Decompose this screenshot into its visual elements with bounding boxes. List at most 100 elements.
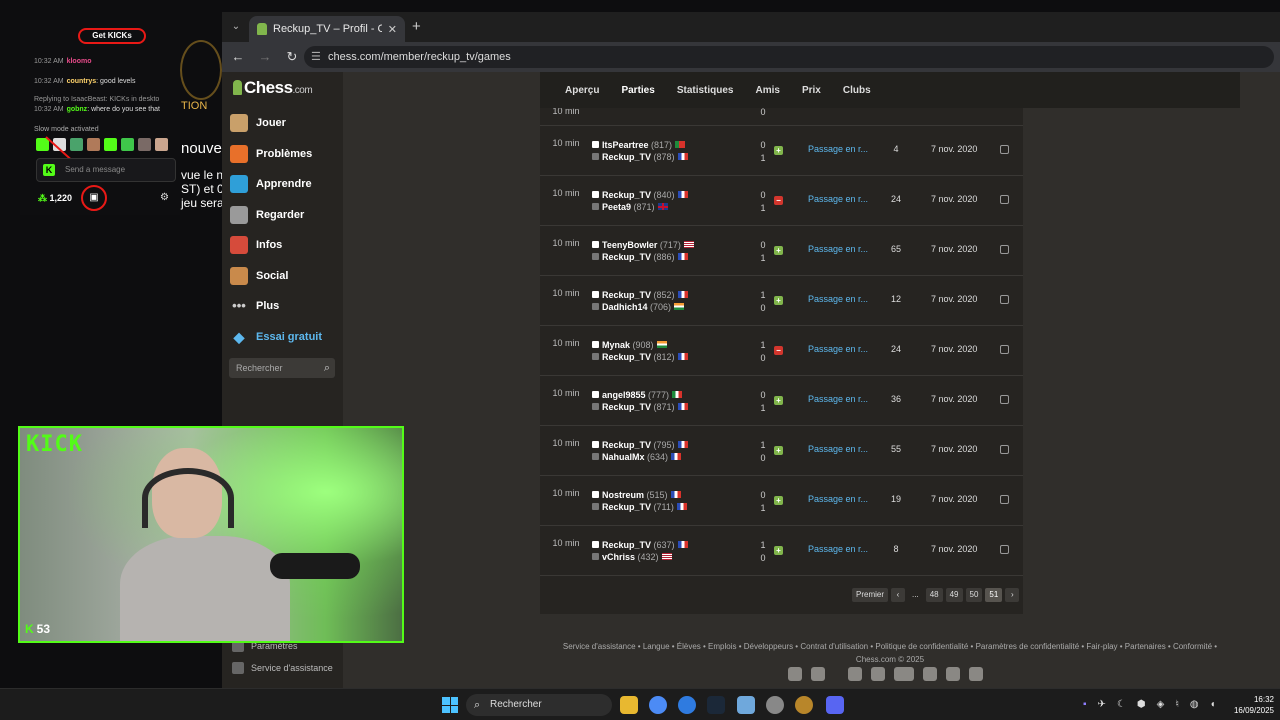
tray-app-icon[interactable]: ◈ <box>1157 699 1165 710</box>
black-player[interactable]: Reckup_TV (812) <box>592 351 688 363</box>
steam-icon[interactable] <box>707 696 725 714</box>
table-row[interactable]: 10 min Reckup_TV (852) Dadhich14 (706) 1… <box>540 276 1023 326</box>
tab-prix[interactable]: Prix <box>791 85 832 96</box>
review-link[interactable]: Passage en r... <box>808 544 868 554</box>
white-player[interactable]: Reckup_TV (795) <box>592 439 688 451</box>
row-checkbox[interactable] <box>1000 295 1009 304</box>
discord-icon[interactable] <box>969 667 983 681</box>
row-checkbox[interactable] <box>1000 445 1009 454</box>
table-row[interactable]: 10 min ItsPeartree (817) Reckup_TV (878)… <box>540 126 1023 176</box>
row-checkbox[interactable] <box>1000 195 1009 204</box>
black-player[interactable]: vChriss (432) <box>592 551 688 563</box>
review-link[interactable]: Passage en r... <box>808 444 868 454</box>
page-51-button[interactable]: 51 <box>985 588 1003 602</box>
windows-start-icon[interactable] <box>442 697 458 713</box>
table-row[interactable]: 10 min Nostreum (515) Reckup_TV (711) 01… <box>540 476 1023 526</box>
tray-app-icon[interactable]: ▪ <box>1083 699 1087 710</box>
prev-page-chevron-icon[interactable]: ‹ <box>891 588 906 602</box>
tab-parties[interactable]: Parties <box>610 85 665 96</box>
review-link[interactable]: Passage en r... <box>808 344 868 354</box>
white-player[interactable]: Reckup_TV (637) <box>592 539 688 551</box>
page-48-button[interactable]: 48 <box>925 588 943 602</box>
sidebar-item-regarder[interactable]: Regarder <box>230 203 304 227</box>
search-icon[interactable]: ⌕ <box>324 358 330 378</box>
white-player[interactable]: Reckup_TV (840) <box>592 189 688 201</box>
row-checkbox[interactable] <box>1000 145 1009 154</box>
x-icon[interactable] <box>871 667 885 681</box>
tab-close-icon[interactable]: ✕ <box>388 23 397 36</box>
sidebar-search-input[interactable]: Rechercher ⌕ <box>229 358 335 378</box>
emote-icon[interactable] <box>70 138 83 151</box>
system-clock[interactable]: 16:32 16/09/2025 <box>1222 694 1274 716</box>
emote-icon[interactable] <box>104 138 117 151</box>
sidebar-item-jouer[interactable]: Jouer <box>230 111 286 135</box>
footer-link-list[interactable]: Service d'assistance • Langue • Élèves •… <box>540 640 1240 653</box>
table-row[interactable]: 10 min 0 <box>540 108 1023 126</box>
table-row[interactable]: 10 min Reckup_TV (795) NahualMx (634) 10… <box>540 426 1023 476</box>
black-player[interactable]: Reckup_TV (711) <box>592 501 687 513</box>
black-player[interactable]: Peeta9 (871) <box>592 201 688 213</box>
chat-settings-gear-icon[interactable]: ⚙ <box>160 192 169 203</box>
tab-amis[interactable]: Amis <box>745 85 791 96</box>
android-icon[interactable] <box>811 667 825 681</box>
white-player[interactable]: ItsPeartree (817) <box>592 139 688 151</box>
tab-clubs[interactable]: Clubs <box>832 85 882 96</box>
table-row[interactable]: 10 min TeenyBowler (717) Reckup_TV (886)… <box>540 226 1023 276</box>
network-icon[interactable]: ◍ <box>1190 699 1199 710</box>
tray-app-icon[interactable]: ⬢ <box>1137 699 1146 710</box>
get-kicks-button[interactable]: Get KICKs <box>78 28 146 44</box>
new-tab-button[interactable]: + <box>412 18 421 35</box>
row-checkbox[interactable] <box>1000 495 1009 504</box>
tab-chess-profile[interactable]: Reckup_TV – Profil - Chess.com ✕ <box>249 16 405 42</box>
sidebar-item-social[interactable]: Social <box>230 264 288 288</box>
sidebar-item-apprendre[interactable]: Apprendre <box>230 172 312 196</box>
white-player[interactable]: Mynak (908) <box>592 339 688 351</box>
row-checkbox[interactable] <box>1000 245 1009 254</box>
mic-icon[interactable]: ♮ <box>1175 699 1179 710</box>
black-player[interactable]: Dadhich14 (706) <box>592 301 688 313</box>
row-checkbox[interactable] <box>1000 545 1009 554</box>
taskbar-search[interactable]: ⌕ Rechercher <box>466 694 612 716</box>
file-explorer-icon[interactable] <box>620 696 638 714</box>
channel-points[interactable]: ⁂ 1,220 <box>38 193 72 204</box>
chrome-icon[interactable] <box>649 696 667 714</box>
first-page-button[interactable]: Premier <box>852 588 889 602</box>
back-arrow-icon[interactable]: ← <box>227 46 249 68</box>
address-bar[interactable]: ☰ chess.com/member/reckup_tv/games <box>304 46 1274 68</box>
store-button[interactable]: ▣ <box>81 185 107 211</box>
tiktok-icon[interactable] <box>848 667 862 681</box>
sidebar-item-problemes[interactable]: Problèmes <box>230 142 312 166</box>
emote-icon[interactable] <box>87 138 100 151</box>
app-icon[interactable] <box>678 696 696 714</box>
row-checkbox[interactable] <box>1000 395 1009 404</box>
page-49-button[interactable]: 49 <box>945 588 963 602</box>
forward-arrow-icon[interactable]: → <box>254 46 276 68</box>
review-link[interactable]: Passage en r... <box>808 144 868 154</box>
row-checkbox[interactable] <box>1000 345 1009 354</box>
black-player[interactable]: Reckup_TV (871) <box>592 401 688 413</box>
table-row[interactable]: 10 min Mynak (908) Reckup_TV (812) 10 − … <box>540 326 1023 376</box>
discord-icon[interactable] <box>826 696 844 714</box>
tray-app-icon[interactable]: ✈ <box>1098 699 1106 710</box>
youtube-icon[interactable] <box>894 667 914 681</box>
review-link[interactable]: Passage en r... <box>808 394 868 404</box>
tab-apercu[interactable]: Aperçu <box>554 85 610 96</box>
white-player[interactable]: Reckup_TV (852) <box>592 289 688 301</box>
review-link[interactable]: Passage en r... <box>808 194 868 204</box>
review-link[interactable]: Passage en r... <box>808 294 868 304</box>
twitch-icon[interactable] <box>923 667 937 681</box>
reload-icon[interactable]: ↻ <box>281 46 303 68</box>
chat-message-input[interactable]: K Send a message <box>36 158 176 182</box>
volume-icon[interactable]: ◖ <box>1210 699 1216 710</box>
obs-icon[interactable] <box>766 696 784 714</box>
table-row[interactable]: 10 min angel9855 (777) Reckup_TV (871) 0… <box>540 376 1023 426</box>
white-player[interactable]: TeenyBowler (717) <box>592 239 694 251</box>
black-player[interactable]: Reckup_TV (886) <box>592 251 694 263</box>
table-row[interactable]: 10 min Reckup_TV (637) vChriss (432) 10 … <box>540 526 1023 576</box>
tab-search-icon[interactable]: ⌄ <box>228 19 244 35</box>
world-of-warcraft-icon[interactable] <box>795 696 813 714</box>
emote-icon[interactable] <box>155 138 168 151</box>
instagram-icon[interactable] <box>946 667 960 681</box>
emote-icon[interactable] <box>138 138 151 151</box>
black-player[interactable]: NahualMx (634) <box>592 451 688 463</box>
